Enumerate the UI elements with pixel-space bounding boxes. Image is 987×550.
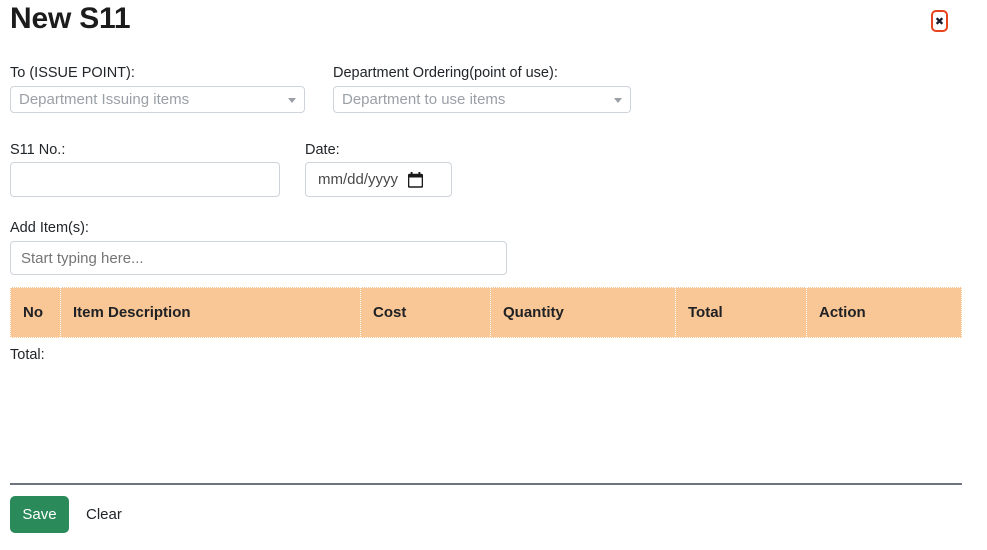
issue-point-select[interactable]: Department Issuing items xyxy=(10,86,305,113)
footer-divider xyxy=(10,483,962,485)
column-header-cost: Cost xyxy=(360,287,490,338)
issue-point-select-value: Department Issuing items xyxy=(19,91,190,108)
department-ordering-select-value: Department to use items xyxy=(342,91,506,108)
date-label: Date: xyxy=(305,142,340,158)
new-s11-form-page: New S11 ✖ To (ISSUE POINT): Department I… xyxy=(0,0,987,550)
page-title: New S11 xyxy=(10,2,131,35)
add-items-input[interactable] xyxy=(10,241,507,275)
column-header-action: Action xyxy=(806,287,962,338)
save-button[interactable]: Save xyxy=(10,496,69,533)
chevron-down-icon xyxy=(288,97,296,103)
clear-button[interactable]: Clear xyxy=(86,505,122,524)
column-header-no: No xyxy=(10,287,60,338)
close-icon[interactable]: ✖ xyxy=(931,10,948,32)
table-header-row: No Item Description Cost Quantity Total … xyxy=(10,287,962,338)
column-header-quantity: Quantity xyxy=(490,287,675,338)
s11-no-input[interactable] xyxy=(10,162,280,197)
issue-point-label: To (ISSUE POINT): xyxy=(10,65,135,81)
items-table: No Item Description Cost Quantity Total … xyxy=(10,287,962,338)
column-header-description: Item Description xyxy=(60,287,360,338)
column-header-total: Total xyxy=(675,287,806,338)
chevron-down-icon xyxy=(614,97,622,103)
department-ordering-label: Department Ordering(point of use): xyxy=(333,65,558,81)
calendar-icon[interactable] xyxy=(408,171,424,188)
department-ordering-select[interactable]: Department to use items xyxy=(333,86,631,113)
s11-no-label: S11 No.: xyxy=(10,142,66,158)
add-items-label: Add Item(s): xyxy=(10,220,89,236)
date-placeholder: mm/dd/yyyy xyxy=(318,171,399,188)
date-input[interactable]: mm/dd/yyyy xyxy=(305,162,452,197)
grand-total-label: Total: xyxy=(10,347,45,363)
